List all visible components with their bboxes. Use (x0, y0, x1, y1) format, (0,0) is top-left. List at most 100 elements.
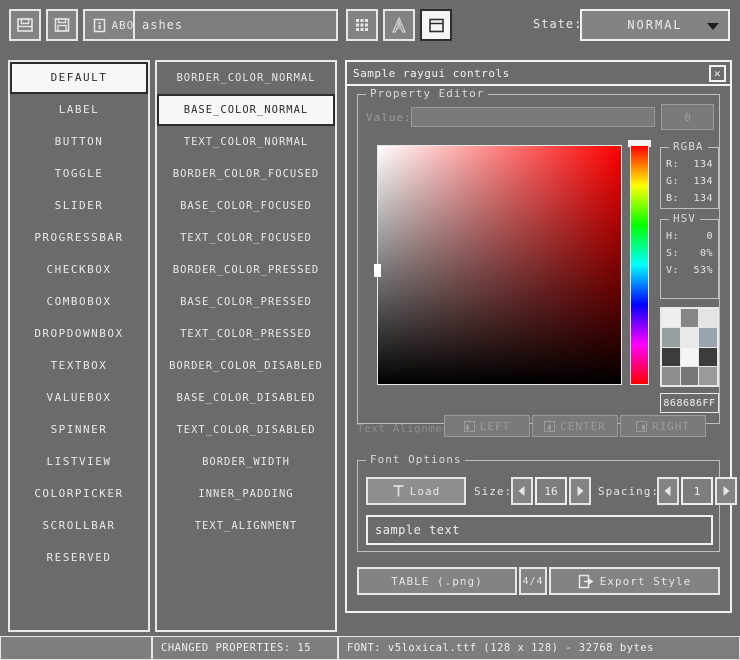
color-swatch[interactable] (662, 348, 680, 366)
hex-value-box[interactable]: 868686FF (660, 393, 719, 413)
control-item[interactable]: COMBOBOX (10, 286, 148, 318)
close-icon[interactable]: ✕ (709, 65, 726, 82)
font-size-label: Size: (474, 485, 512, 498)
view-controls-button[interactable] (420, 9, 452, 41)
load-font-label: Load (410, 485, 441, 498)
property-item[interactable]: BASE_COLOR_PRESSED (157, 286, 335, 318)
view-font-button[interactable] (383, 9, 415, 41)
hsv-value: 53% (693, 262, 713, 279)
value-slider[interactable] (411, 107, 655, 127)
control-item[interactable]: SPINNER (10, 414, 148, 446)
font-size-decrement[interactable] (511, 477, 533, 505)
color-swatch[interactable] (681, 367, 699, 385)
color-swatch[interactable] (681, 348, 699, 366)
property-item[interactable]: TEXT_COLOR_FOCUSED (157, 222, 335, 254)
property-item[interactable]: INNER_PADDING (157, 478, 335, 510)
font-spacing-increment[interactable] (715, 477, 737, 505)
export-style-button[interactable]: Export Style (549, 567, 720, 595)
value-box[interactable]: 0 (661, 104, 714, 130)
statusbar-font-info: FONT: v5loxical.ttf (128 x 128) - 32768 … (338, 636, 740, 660)
color-swatches[interactable] (660, 307, 719, 387)
sample-text-input[interactable]: sample text (366, 515, 713, 545)
font-spacing-number: 1 (694, 485, 701, 498)
control-item[interactable]: DROPDOWNBOX (10, 318, 148, 350)
color-swatch[interactable] (699, 309, 717, 327)
property-item[interactable]: BORDER_COLOR_FOCUSED (157, 158, 335, 190)
property-item[interactable]: BORDER_COLOR_NORMAL (157, 62, 335, 94)
control-item[interactable]: VALUEBOX (10, 382, 148, 414)
property-item[interactable]: TEXT_COLOR_PRESSED (157, 318, 335, 350)
color-swatch[interactable] (681, 309, 699, 327)
save-style-button[interactable] (46, 9, 78, 41)
properties-listview[interactable]: BORDER_COLOR_NORMALBASE_COLOR_NORMALTEXT… (155, 60, 337, 632)
color-swatch[interactable] (699, 367, 717, 385)
hsv-row: S: 0% (661, 245, 718, 262)
control-item[interactable]: TEXTBOX (10, 350, 148, 382)
control-item[interactable]: COLORPICKER (10, 478, 148, 510)
control-item[interactable]: BUTTON (10, 126, 148, 158)
align-right-label: RIGHT (652, 420, 690, 433)
control-item[interactable]: PROGRESSBAR (10, 222, 148, 254)
color-swatch[interactable] (699, 348, 717, 366)
rgba-rows: R: 134 G: 134 B: 134 (661, 148, 718, 207)
color-swatch[interactable] (662, 367, 680, 385)
control-item[interactable]: LABEL (10, 94, 148, 126)
color-picker-cursor[interactable] (374, 264, 381, 277)
floppy-disk-icon (53, 16, 71, 34)
property-item[interactable]: TEXT_COLOR_DISABLED (157, 414, 335, 446)
color-picker-sv-panel[interactable] (377, 145, 622, 385)
font-spacing-decrement[interactable] (657, 477, 679, 505)
property-item[interactable]: BORDER_COLOR_PRESSED (157, 254, 335, 286)
statusbar-left (0, 636, 152, 660)
style-name-value: ashes (142, 18, 183, 32)
align-center-icon (544, 421, 555, 432)
font-t-icon (392, 484, 405, 498)
property-item[interactable]: BORDER_COLOR_DISABLED (157, 350, 335, 382)
sample-controls-window: Sample raygui controls ✕ Property Editor… (345, 60, 732, 613)
property-item[interactable]: TEXT_COLOR_NORMAL (157, 126, 335, 158)
font-size-value[interactable]: 16 (535, 477, 567, 505)
state-dropdown[interactable]: NORMAL (580, 9, 730, 41)
window-title: Sample raygui controls (353, 67, 510, 80)
export-table-button[interactable]: TABLE (.png) (357, 567, 517, 595)
arrow-right-icon (721, 485, 731, 497)
property-item[interactable]: BASE_COLOR_FOCUSED (157, 190, 335, 222)
view-grid-button[interactable] (346, 9, 378, 41)
export-table-label: TABLE (.png) (391, 575, 482, 588)
color-swatch[interactable] (681, 328, 699, 346)
load-style-button[interactable] (9, 9, 41, 41)
text-alignment-label: Text Alignment (357, 422, 457, 435)
control-item[interactable]: DEFAULT (10, 62, 148, 94)
font-size-increment[interactable] (569, 477, 591, 505)
info-icon (93, 18, 106, 33)
property-item[interactable]: BASE_COLOR_DISABLED (157, 382, 335, 414)
control-item[interactable]: LISTVIEW (10, 446, 148, 478)
control-item[interactable]: SLIDER (10, 190, 148, 222)
property-item[interactable]: BORDER_WIDTH (157, 446, 335, 478)
hue-slider[interactable] (630, 145, 649, 385)
control-item[interactable]: SCROLLBAR (10, 510, 148, 542)
rgba-row: B: 134 (661, 190, 718, 207)
control-item[interactable]: TOGGLE (10, 158, 148, 190)
property-item[interactable]: BASE_COLOR_NORMAL (157, 94, 335, 126)
load-font-button[interactable]: Load (366, 477, 466, 505)
align-center-button[interactable]: CENTER (532, 415, 618, 437)
rgba-label: G: (666, 173, 679, 190)
control-item[interactable]: CHECKBOX (10, 254, 148, 286)
control-item[interactable]: RESERVED (10, 542, 148, 574)
hsv-label: H: (666, 228, 679, 245)
align-left-button[interactable]: LEFT (444, 415, 530, 437)
style-name-input[interactable]: ashes (133, 9, 338, 41)
font-options-title: Font Options (366, 453, 465, 466)
color-swatch[interactable] (662, 309, 680, 327)
window-icon (428, 17, 445, 34)
align-right-button[interactable]: RIGHT (620, 415, 706, 437)
style-counter[interactable]: 4/4 (519, 567, 547, 595)
hsv-value: 0% (700, 245, 713, 262)
hsv-label: V: (666, 262, 679, 279)
color-swatch[interactable] (662, 328, 680, 346)
controls-listview[interactable]: DEFAULTLABELBUTTONTOGGLESLIDERPROGRESSBA… (8, 60, 150, 632)
font-spacing-value[interactable]: 1 (681, 477, 713, 505)
color-swatch[interactable] (699, 328, 717, 346)
property-item[interactable]: TEXT_ALIGNMENT (157, 510, 335, 542)
